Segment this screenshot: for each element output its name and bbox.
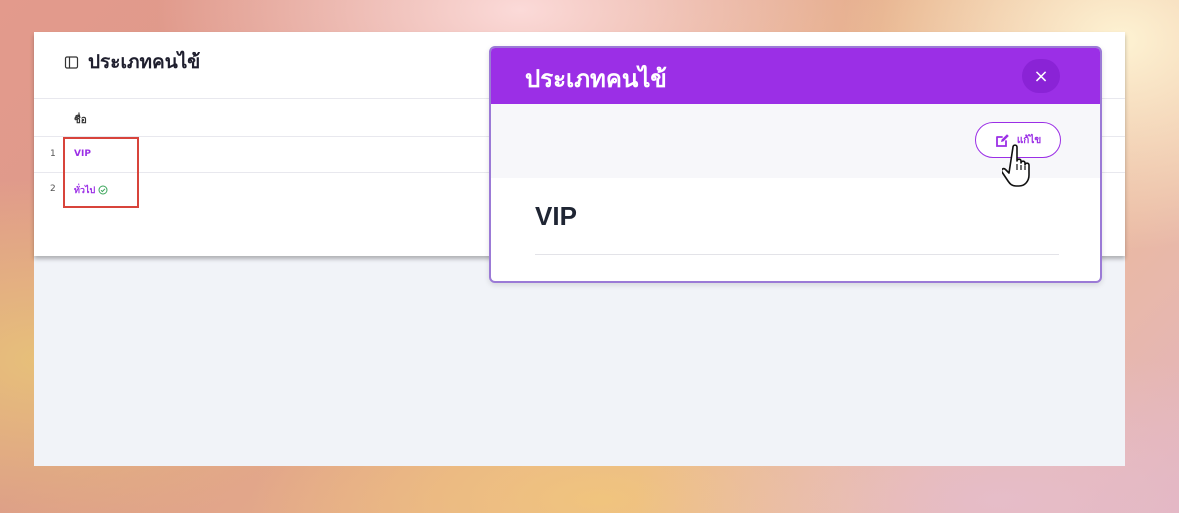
modal-header: ประเภทคนไข้ × bbox=[491, 48, 1100, 104]
highlight-annotation-box bbox=[63, 137, 139, 208]
record-name: VIP bbox=[535, 201, 577, 231]
page-title: ประเภทคนไข้ bbox=[64, 48, 200, 76]
column-header-name: ชื่อ bbox=[74, 115, 87, 126]
close-button[interactable]: × bbox=[1022, 59, 1060, 93]
row-index: 1 bbox=[50, 149, 56, 159]
modal-title: ประเภทคนไข้ bbox=[525, 65, 667, 93]
hand-cursor-icon bbox=[1002, 144, 1030, 187]
close-icon: × bbox=[1033, 65, 1049, 87]
panel-icon bbox=[64, 55, 79, 70]
divider bbox=[535, 254, 1059, 255]
page-title-text: ประเภทคนไข้ bbox=[88, 51, 201, 73]
row-index: 2 bbox=[50, 184, 56, 194]
